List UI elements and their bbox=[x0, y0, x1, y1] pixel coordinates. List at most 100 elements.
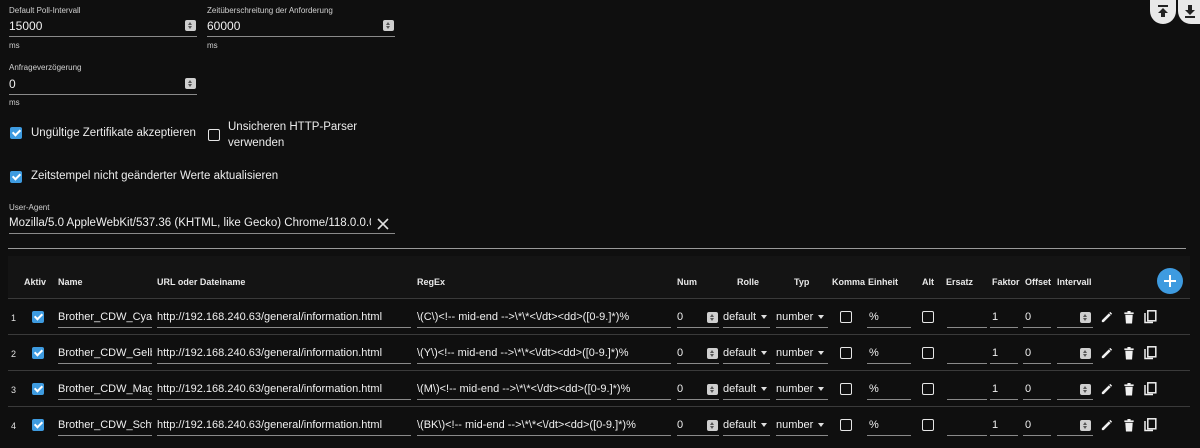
row-type-select[interactable]: number bbox=[776, 383, 825, 395]
row-interval-spinner[interactable] bbox=[1080, 348, 1091, 359]
col-url: URL oder Dateiname bbox=[157, 277, 246, 287]
row-type-select[interactable]: number bbox=[776, 311, 825, 323]
col-offset: Offset bbox=[1025, 277, 1052, 287]
row-komma-checkbox[interactable] bbox=[840, 419, 852, 431]
update-timestamp-label: Zeitstempel nicht geänderter Werte aktua… bbox=[31, 170, 279, 182]
row-offset-input[interactable]: 0 bbox=[1025, 383, 1049, 395]
row-unit-input[interactable]: % bbox=[869, 311, 909, 323]
chevron-down-icon bbox=[818, 387, 825, 392]
row-num-spinner[interactable] bbox=[707, 348, 718, 359]
row-num-input[interactable]: 0 bbox=[677, 419, 701, 431]
row-active-checkbox[interactable] bbox=[32, 311, 44, 323]
close-icon[interactable] bbox=[377, 218, 389, 230]
row-num-underline bbox=[677, 399, 719, 400]
row-role-underline bbox=[723, 399, 770, 400]
row-komma-checkbox[interactable] bbox=[840, 311, 852, 323]
row-num-spinner[interactable] bbox=[707, 312, 718, 323]
copy-icon[interactable] bbox=[1144, 382, 1157, 396]
trash-icon[interactable] bbox=[1123, 383, 1135, 396]
row-name-input[interactable]: Brother_CDW_Gelb bbox=[58, 347, 152, 359]
row-regex-input[interactable]: \(BK\)<!-- mid-end -->\*\*<\/dt><dd>([0-… bbox=[417, 419, 671, 431]
row-offset-input[interactable]: 0 bbox=[1025, 419, 1049, 431]
delay-input[interactable]: 0 bbox=[9, 77, 16, 91]
move-to-top-button[interactable] bbox=[1150, 0, 1176, 24]
row-role-select[interactable]: default bbox=[723, 419, 768, 431]
row-unit-input[interactable]: % bbox=[869, 419, 909, 431]
row-type-value: number bbox=[776, 347, 814, 359]
col-rolle: Rolle bbox=[737, 277, 760, 287]
row-offset-input[interactable]: 0 bbox=[1025, 311, 1049, 323]
col-ersatz: Ersatz bbox=[946, 277, 974, 287]
row-active-checkbox[interactable] bbox=[32, 419, 44, 431]
row-factor-input[interactable]: 1 bbox=[992, 419, 1016, 431]
row-url-input[interactable]: http://192.168.240.63/general/informatio… bbox=[157, 311, 411, 323]
col-intervall: Intervall bbox=[1057, 277, 1092, 287]
row-interval-underline bbox=[1057, 435, 1093, 436]
add-row-button[interactable] bbox=[1157, 268, 1183, 294]
row-active-checkbox[interactable] bbox=[32, 347, 44, 359]
row-num-input[interactable]: 0 bbox=[677, 347, 701, 359]
row-factor-input[interactable]: 1 bbox=[992, 347, 1016, 359]
row-name-input[interactable]: Brother_CDW_Schw bbox=[58, 419, 152, 431]
trash-icon[interactable] bbox=[1123, 311, 1135, 324]
row-komma-checkbox[interactable] bbox=[840, 347, 852, 359]
row-replace-underline bbox=[947, 363, 987, 364]
row-type-select[interactable]: number bbox=[776, 347, 825, 359]
user-agent-input[interactable]: Mozilla/5.0 AppleWebKit/537.36 (KHTML, l… bbox=[9, 217, 371, 229]
row-interval-spinner[interactable] bbox=[1080, 312, 1091, 323]
delay-spinner[interactable] bbox=[185, 78, 196, 89]
row-alt-checkbox[interactable] bbox=[922, 419, 934, 431]
trash-icon[interactable] bbox=[1123, 347, 1135, 360]
row-num-spinner[interactable] bbox=[707, 384, 718, 395]
row-name-underline bbox=[58, 327, 152, 328]
row-replace-underline bbox=[947, 327, 987, 328]
copy-icon[interactable] bbox=[1144, 418, 1157, 432]
row-url-input[interactable]: http://192.168.240.63/general/informatio… bbox=[157, 383, 411, 395]
row-factor-input[interactable]: 1 bbox=[992, 311, 1016, 323]
row-alt-checkbox[interactable] bbox=[922, 311, 934, 323]
copy-icon[interactable] bbox=[1144, 310, 1157, 324]
timeout-input[interactable]: 60000 bbox=[207, 19, 240, 33]
row-num-input[interactable]: 0 bbox=[677, 383, 701, 395]
row-type-underline bbox=[776, 327, 828, 328]
row-offset-input[interactable]: 0 bbox=[1025, 347, 1049, 359]
row-role-select[interactable]: default bbox=[723, 383, 768, 395]
row-regex-input[interactable]: \(Y\)<!-- mid-end -->\*\*<\/dt><dd>([0-9… bbox=[417, 347, 671, 359]
row-factor-input[interactable]: 1 bbox=[992, 383, 1016, 395]
row-role-select[interactable]: default bbox=[723, 311, 768, 323]
row-factor-underline bbox=[990, 363, 1018, 364]
row-regex-input[interactable]: \(C\)<!-- mid-end -->\*\*<\/dt><dd>([0-9… bbox=[417, 311, 671, 323]
row-interval-spinner[interactable] bbox=[1080, 420, 1091, 431]
pencil-icon[interactable] bbox=[1100, 347, 1113, 360]
trash-icon[interactable] bbox=[1123, 419, 1135, 432]
row-factor-underline bbox=[990, 327, 1018, 328]
row-active-checkbox[interactable] bbox=[32, 383, 44, 395]
row-role-select[interactable]: default bbox=[723, 347, 768, 359]
pencil-icon[interactable] bbox=[1100, 383, 1113, 396]
row-num-input[interactable]: 0 bbox=[677, 311, 701, 323]
pencil-icon[interactable] bbox=[1100, 419, 1113, 432]
update-timestamp-checkbox[interactable] bbox=[10, 171, 22, 183]
row-alt-checkbox[interactable] bbox=[922, 383, 934, 395]
row-regex-input[interactable]: \(M\)<!-- mid-end -->\*\*<\/dt><dd>([0-9… bbox=[417, 383, 671, 395]
row-name-input[interactable]: Brother_CDW_Mage bbox=[58, 383, 152, 395]
row-komma-checkbox[interactable] bbox=[840, 383, 852, 395]
row-unit-input[interactable]: % bbox=[869, 347, 909, 359]
row-index: 4 bbox=[11, 421, 17, 431]
download-button[interactable] bbox=[1178, 0, 1200, 24]
row-num-spinner[interactable] bbox=[707, 420, 718, 431]
row-name-input[interactable]: Brother_CDW_Cyan bbox=[58, 311, 152, 323]
row-type-select[interactable]: number bbox=[776, 419, 825, 431]
row-unit-input[interactable]: % bbox=[869, 383, 909, 395]
timeout-spinner[interactable] bbox=[383, 20, 394, 31]
row-alt-checkbox[interactable] bbox=[922, 347, 934, 359]
poll-interval-spinner[interactable] bbox=[185, 20, 196, 31]
row-interval-spinner[interactable] bbox=[1080, 384, 1091, 395]
row-url-input[interactable]: http://192.168.240.63/general/informatio… bbox=[157, 419, 411, 431]
unsafe-parser-checkbox[interactable] bbox=[208, 129, 220, 141]
invalid-certs-checkbox[interactable] bbox=[10, 127, 22, 139]
poll-interval-input[interactable]: 15000 bbox=[9, 19, 42, 33]
row-url-input[interactable]: http://192.168.240.63/general/informatio… bbox=[157, 347, 411, 359]
copy-icon[interactable] bbox=[1144, 346, 1157, 360]
pencil-icon[interactable] bbox=[1100, 311, 1113, 324]
